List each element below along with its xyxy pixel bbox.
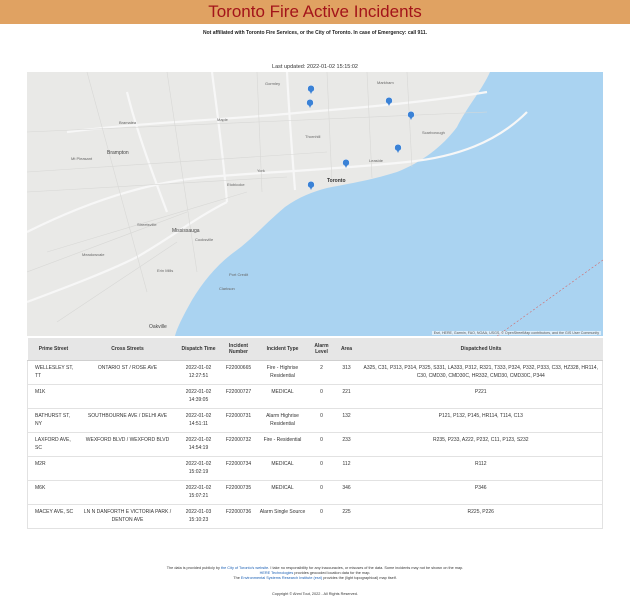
- alarm-level-cell: 0: [309, 384, 334, 409]
- incident-pin-tail: [344, 164, 348, 168]
- map-attribution: Esri, HERE, Garmin, FAO, NOAA, USGS, © O…: [431, 331, 601, 335]
- table-row: BATHURST ST, NY SOUTHBOURNE AVE / DELHI A…: [27, 408, 603, 433]
- incident-number-cell: F22000732: [221, 432, 256, 457]
- city-of-toronto-link[interactable]: the City of Toronto's website: [221, 566, 268, 570]
- last-updated: Last updated: 2022-01-02 15:15:02: [272, 64, 358, 70]
- incident-pin-tail: [309, 90, 313, 94]
- alarm-level-cell: 0: [309, 504, 334, 529]
- footer: The data is provided publicly by the Cit…: [0, 566, 630, 581]
- table-row: LAXFORD AVE, SC WEXFORD BLVD / WEXFORD BL…: [27, 432, 603, 457]
- dispatched-units-cell: R225, P226: [359, 504, 603, 529]
- alarm-level-cell: 0: [309, 432, 334, 457]
- incident-number-cell: F22000734: [221, 456, 256, 481]
- map-pins: [306, 85, 415, 190]
- table-header-row: Prime Street Cross Streets Dispatch Time…: [27, 338, 603, 361]
- incident-pin-tail: [308, 104, 312, 108]
- area-cell: 346: [333, 480, 360, 505]
- footer-text: provides the (light topographical) map i…: [323, 576, 397, 580]
- here-technologies-link[interactable]: HERE Technologies: [260, 571, 294, 575]
- incident-type-cell: Alarm Single Source: [255, 504, 310, 529]
- incident-pin-tail: [396, 149, 400, 153]
- incident-type-cell: MEDICAL: [255, 456, 310, 481]
- header-cross-streets: Cross Streets: [79, 338, 176, 361]
- dispatch-time-cell: 2022-01-02 14:39:05: [175, 384, 222, 409]
- incident-type-cell: Fire - Residential: [255, 432, 310, 457]
- incident-type-cell: Fire - Highrise Residential: [255, 360, 310, 385]
- footer-text: provides geocoded location data for the …: [294, 571, 371, 575]
- cross-streets-cell: ONTARIO ST / ROSE AVE: [79, 360, 176, 385]
- table-row: MACEY AVE, SC LN N DANFORTH E VICTORIA PA…: [27, 504, 603, 529]
- prime-street-cell: M1K: [27, 384, 80, 409]
- area-cell: 221: [333, 384, 360, 409]
- alarm-level-cell: 0: [309, 456, 334, 481]
- prime-street-cell: M6K: [27, 480, 80, 505]
- incident-type-cell: Alarm Highrise Residential: [255, 408, 310, 433]
- disclaimer-text: Not affiliated with Toronto Fire Service…: [202, 30, 428, 36]
- dispatch-time-cell: 2022-01-03 15:10:23: [175, 504, 222, 529]
- esri-link[interactable]: Environmental Systems Research Institute…: [241, 576, 322, 580]
- page-title: Toronto Fire Active Incidents: [208, 2, 422, 21]
- area-cell: 132: [333, 408, 360, 433]
- footer-text: . I take no responsibility for any inacc…: [268, 566, 464, 570]
- footer-text: The: [233, 576, 240, 580]
- area-cell: 313: [333, 360, 360, 385]
- dispatch-time-cell: 2022-01-02 12:27:51: [175, 360, 222, 385]
- table-row: M2R 2022-01-02 15:02:19 F22000734 MEDICAL 0 1…: [27, 456, 603, 481]
- alarm-level-cell: 0: [309, 480, 334, 505]
- incident-number-cell: F22000665: [221, 360, 256, 385]
- incident-number-cell: F22000736: [221, 504, 256, 529]
- incident-map[interactable]: Gormley Markham Bramalea Maple Thornhill…: [27, 72, 603, 336]
- alarm-level-cell: 0: [309, 408, 334, 433]
- prime-street-cell: BATHURST ST, NY: [27, 408, 80, 433]
- header-dispatched-units: Dispatched Units: [359, 338, 603, 361]
- header-area: Area: [333, 338, 360, 361]
- table-row: WELLESLEY ST, TT ONTARIO ST / ROSE AVE 202…: [27, 360, 603, 385]
- table-row: M6K 2022-01-02 15:07:21 F22000735 MEDICAL 0 3…: [27, 480, 603, 505]
- header-banner: Toronto Fire Active Incidents: [0, 0, 630, 24]
- incident-type-cell: MEDICAL: [255, 384, 310, 409]
- incident-pin-tail: [309, 186, 313, 190]
- cross-streets-cell: [79, 456, 176, 481]
- cross-streets-cell: LN N DANFORTH E VICTORIA PARK / DENTON A…: [79, 504, 176, 529]
- dispatched-units-cell: R235, P233, A222, P232, C11, P123, S232: [359, 432, 603, 457]
- cross-streets-cell: [79, 480, 176, 505]
- incident-pin-tail: [409, 116, 413, 120]
- table-row: M1K 2022-01-02 14:39:05 F22000727 MEDICAL 0 2…: [27, 384, 603, 409]
- prime-street-cell: M2R: [27, 456, 80, 481]
- incident-number-cell: F22000735: [221, 480, 256, 505]
- header-alarm-level: Alarm Level: [309, 338, 334, 361]
- incident-number-cell: F22000727: [221, 384, 256, 409]
- prime-street-cell: LAXFORD AVE, SC: [27, 432, 80, 457]
- header-dispatch-time: Dispatch Time: [175, 338, 222, 361]
- header-incident-type: Incident Type: [255, 338, 310, 361]
- copyright: Copyright © Ahmi Tout, 2022 - All Rights…: [272, 592, 358, 596]
- dispatch-time-cell: 2022-01-02 15:02:19: [175, 456, 222, 481]
- dispatched-units-cell: P221: [359, 384, 603, 409]
- dispatched-units-cell: A325, C31, P313, P314, P325, S331, LA333…: [359, 360, 603, 385]
- incident-type-cell: MEDICAL: [255, 480, 310, 505]
- dispatched-units-cell: P346: [359, 480, 603, 505]
- incident-number-cell: F22000731: [221, 408, 256, 433]
- alarm-level-cell: 2: [309, 360, 334, 385]
- incidents-table: Prime Street Cross Streets Dispatch Time…: [27, 338, 603, 529]
- cross-streets-cell: [79, 384, 176, 409]
- prime-street-cell: MACEY AVE, SC: [27, 504, 80, 529]
- dispatch-time-cell: 2022-01-02 14:51:11: [175, 408, 222, 433]
- area-cell: 112: [333, 456, 360, 481]
- area-cell: 233: [333, 432, 360, 457]
- dispatch-time-cell: 2022-01-02 14:54:19: [175, 432, 222, 457]
- dispatch-time-cell: 2022-01-02 15:07:21: [175, 480, 222, 505]
- cross-streets-cell: WEXFORD BLVD / WEXFORD BLVD: [79, 432, 176, 457]
- prime-street-cell: WELLESLEY ST, TT: [27, 360, 80, 385]
- dispatched-units-cell: R112: [359, 456, 603, 481]
- dispatched-units-cell: P121, P132, P145, HR114, T114, C13: [359, 408, 603, 433]
- header-incident-number: Incident Number: [221, 338, 256, 361]
- footer-text: The data is provided publicly by: [166, 566, 220, 570]
- header-prime-street: Prime Street: [27, 338, 80, 361]
- area-cell: 225: [333, 504, 360, 529]
- incident-pin-tail: [387, 102, 391, 106]
- cross-streets-cell: SOUTHBOURNE AVE / DELHI AVE: [79, 408, 176, 433]
